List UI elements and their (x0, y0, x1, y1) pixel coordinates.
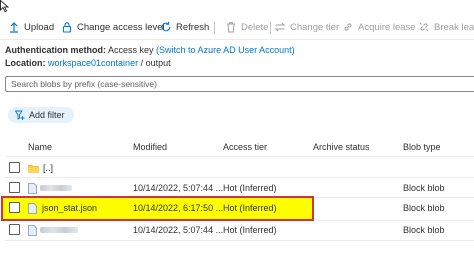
column-header-access-tier[interactable]: Access tier (223, 142, 267, 152)
delete-button[interactable]: Delete (225, 15, 268, 39)
change-access-level-button[interactable]: Change access level (61, 15, 165, 39)
upload-label: Upload (24, 21, 55, 33)
auth-label: Authentication method: (5, 45, 106, 55)
column-header-modified[interactable]: Modified (133, 142, 167, 152)
add-filter-label: Add filter (29, 110, 65, 120)
column-header-archive-status[interactable]: Archive status (313, 142, 370, 152)
access-tier-cell: Hot (Inferred) (223, 183, 277, 193)
access-tier-cell: Hot (Inferred) (223, 225, 277, 235)
blob-name-redacted[interactable] (40, 178, 72, 198)
authentication-method: Authentication method: Access key (Switc… (5, 45, 295, 55)
access-tier-cell: Hot (Inferred) (223, 203, 277, 213)
refresh-button[interactable]: Refresh (160, 15, 209, 39)
column-header-blob-type[interactable]: Blob type (403, 142, 441, 152)
add-filter-button[interactable]: Add filter (8, 107, 74, 123)
refresh-label: Refresh (176, 21, 210, 33)
row-divider (5, 240, 474, 241)
toolbar-divider (214, 21, 215, 34)
search-placeholder: Search blobs by prefix (case-sensitive) (11, 79, 157, 89)
file-icon (28, 178, 37, 198)
header-divider (5, 156, 474, 157)
row-checkbox[interactable] (9, 182, 20, 193)
upload-icon (8, 21, 20, 33)
lock-icon (61, 21, 73, 33)
blob-type-cell: Block blob (403, 203, 445, 213)
blob-type-cell: Block blob (403, 225, 445, 235)
broken-link-icon (418, 21, 430, 33)
parent-folder-link[interactable]: [..] (43, 158, 53, 178)
blob-name-redacted[interactable] (40, 220, 78, 240)
search-blobs-input[interactable]: Search blobs by prefix (case-sensitive) (5, 76, 474, 92)
table-row-parent[interactable]: [..] (0, 158, 474, 178)
modified-cell: 10/14/2022, 5:07:44 ... (133, 225, 224, 235)
break-lease-label: Break lease (434, 21, 474, 33)
modified-cell: 10/14/2022, 6:17:50 ... (133, 203, 224, 213)
row-checkbox[interactable] (9, 162, 20, 173)
change-tier-button[interactable]: Change tier (274, 15, 339, 39)
acquire-lease-label: Acquire lease (358, 21, 416, 33)
change-access-level-label: Change access level (77, 21, 165, 33)
current-folder: output (145, 58, 171, 68)
file-icon (28, 198, 37, 218)
row-checkbox[interactable] (9, 224, 20, 235)
acquire-lease-button[interactable]: Acquire lease (342, 15, 416, 39)
filter-add-icon (14, 110, 25, 120)
swap-arrows-icon (274, 21, 286, 33)
modified-cell: 10/14/2022, 5:07:44 ... (133, 183, 224, 193)
breadcrumb-separator: / (140, 58, 144, 68)
location-label: Location: (5, 58, 46, 68)
mouse-cursor-icon (0, 0, 10, 12)
folder-icon (28, 158, 39, 178)
table-row[interactable]: 10/14/2022, 5:07:44 ... Hot (Inferred) B… (0, 220, 474, 240)
table-row-selected[interactable]: json_stat.json 10/14/2022, 6:17:50 ... H… (0, 198, 474, 218)
link-icon (342, 21, 354, 33)
column-header-name[interactable]: Name (28, 142, 52, 152)
trash-icon (225, 21, 237, 33)
change-tier-label: Change tier (290, 21, 340, 33)
location-breadcrumb: Location: workspace01container / output (5, 58, 171, 68)
blob-type-cell: Block blob (403, 183, 445, 193)
upload-button[interactable]: Upload (8, 15, 54, 39)
row-checkbox[interactable] (9, 202, 20, 213)
toolbar-divider-line (0, 39, 474, 40)
blob-name-link[interactable]: json_stat.json (42, 198, 97, 218)
switch-auth-link[interactable]: (Switch to Azure AD User Account) (156, 45, 295, 55)
file-icon (28, 220, 37, 240)
command-toolbar: Upload Change access level Refresh Delet… (0, 15, 474, 39)
refresh-icon (160, 21, 172, 33)
toolbar-divider (270, 21, 271, 34)
container-link[interactable]: workspace01container (48, 58, 138, 68)
delete-label: Delete (241, 21, 269, 33)
break-lease-button[interactable]: Break lease (418, 15, 474, 39)
auth-value: Access key (108, 45, 154, 55)
table-row[interactable]: 10/14/2022, 5:07:44 ... Hot (Inferred) B… (0, 178, 474, 198)
